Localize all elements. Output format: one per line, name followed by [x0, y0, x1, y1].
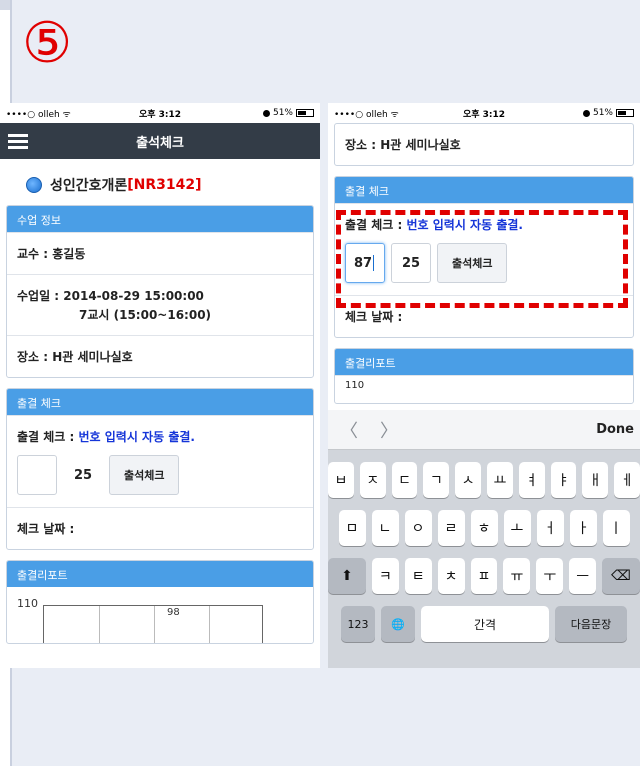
step-number: ⑤ [22, 11, 73, 76]
next-field-icon[interactable]: 〉 [380, 417, 398, 443]
attendance-check-header: 출결 체크 [7, 389, 313, 415]
class-info-panel: 수업 정보 교수 : 홍길동 수업일 : 2014-08-29 15:00:00… [6, 205, 314, 378]
chart-bar-value: 98 [167, 607, 180, 618]
chart-y-tick: 110 [17, 597, 38, 610]
key[interactable]: ㅔ [614, 462, 640, 498]
class-date: 수업일 : 2014-08-29 15:00:00 [17, 289, 204, 303]
left-phone-screen: ••••○ olleh ᯤ 오후 3:12 51% 출석체크 성인간호개론 [NR… [0, 103, 320, 668]
attendance-check-row: 출결 체크 : 번호 입력시 자동 출결. 25 출석체크 [7, 415, 313, 507]
battery-icon [616, 109, 634, 117]
key[interactable]: ㅎ [470, 510, 498, 546]
done-button[interactable]: Done [596, 422, 634, 437]
attendance-report-header: 출결리포트 [335, 349, 633, 375]
attendance-report-header: 출결리포트 [7, 561, 313, 587]
key[interactable]: ㅊ [437, 558, 465, 594]
key[interactable]: ㅍ [470, 558, 498, 594]
keyboard-row-2: ㅁ ㄴ ㅇ ㄹ ㅎ ㅗ ㅓ ㅏ ㅣ [328, 510, 640, 546]
keyboard-row-3: ⬆ ㅋ ㅌ ㅊ ㅍ ㅠ ㅜ ㅡ ⌫ [328, 558, 640, 594]
numbers-key[interactable]: 123 [341, 606, 375, 642]
highlight-box [336, 210, 628, 308]
key[interactable]: ㅗ [503, 510, 531, 546]
key[interactable]: ㅡ [569, 558, 597, 594]
attendance-check-panel: 출결 체크 출결 체크 : 번호 입력시 자동 출결. 25 출석체크 체크 날… [6, 388, 314, 550]
clock: 오후 3:12 [462, 109, 506, 120]
course-code: [NR3142] [127, 177, 202, 193]
key[interactable]: ㅣ [602, 510, 630, 546]
key[interactable]: ㅈ [359, 462, 386, 498]
space-key[interactable]: 간격 [421, 606, 549, 642]
class-info-panel: 장소 : H관 세미나실호 [334, 123, 634, 166]
nav-bar: 출석체크 [0, 123, 320, 159]
check-label: 출결 체크 : [17, 430, 79, 444]
key[interactable]: ㄷ [391, 462, 418, 498]
key[interactable]: ㄱ [423, 462, 450, 498]
key[interactable]: ㅅ [455, 462, 481, 498]
attendance-report-panel: 출결리포트 110 98 [6, 560, 314, 644]
class-period: 7교시 (15:00~16:00) [79, 308, 212, 322]
status-bar: ••••○ olleh ᯤ 오후 3:12 51% [328, 103, 640, 123]
key[interactable]: ㅁ [338, 510, 366, 546]
keyboard-toolbar: 〈 〉 Done [328, 410, 640, 450]
check-date-row: 체크 날짜 : [7, 507, 313, 549]
key[interactable]: ㅑ [550, 462, 577, 498]
professor-row: 교수 : 홍길동 [7, 232, 313, 274]
key[interactable]: ㅐ [582, 462, 609, 498]
clock: 오후 3:12 [138, 109, 182, 120]
key[interactable]: ㅕ [518, 462, 545, 498]
attendance-check-header: 출결 체크 [335, 177, 633, 203]
course-name: 성인간호개론 [50, 178, 128, 194]
status-bar: ••••○ olleh ᯤ 오후 3:12 51% [0, 103, 320, 123]
code-input-1[interactable] [17, 455, 57, 495]
key[interactable]: ㄹ [437, 510, 465, 546]
key[interactable]: ㅋ [371, 558, 399, 594]
class-date-row: 수업일 : 2014-08-29 15:00:00 7교시 (15:00~16:… [7, 274, 313, 335]
korean-keyboard: 〈 〉 Done ㅂ ㅈ ㄷ ㄱ ㅅ ㅛ ㅕ ㅑ ㅐ ㅔ ㅁ ㄴ ㅇ ㄹ ㅎ ㅗ… [328, 410, 640, 668]
right-phone-screen: ••••○ olleh ᯤ 오후 3:12 51% 장소 : H관 세미나실호 … [328, 103, 640, 668]
code-input-2[interactable]: 25 [63, 455, 103, 495]
key[interactable]: ㅏ [569, 510, 597, 546]
page-title: 출석체크 [136, 135, 184, 151]
chart-grid [43, 605, 263, 643]
key[interactable]: ㅛ [487, 462, 513, 498]
key[interactable]: ㅇ [404, 510, 432, 546]
key[interactable]: ㄴ [371, 510, 399, 546]
report-partial: 110 [335, 375, 633, 403]
check-note: 번호 입력시 자동 출결. [78, 430, 195, 444]
key[interactable]: ㅂ [328, 462, 354, 498]
key[interactable]: ㅓ [536, 510, 564, 546]
key[interactable]: ㅌ [404, 558, 432, 594]
location-row: 장소 : H관 세미나실호 [7, 335, 313, 377]
keyboard-row-1: ㅂ ㅈ ㄷ ㄱ ㅅ ㅛ ㅕ ㅑ ㅐ ㅔ [328, 462, 640, 498]
attendance-check-button[interactable]: 출석체크 [109, 455, 180, 495]
location-row: 장소 : H관 세미나실호 [345, 138, 461, 152]
prev-field-icon[interactable]: 〈 [340, 417, 358, 443]
delete-key-icon[interactable]: ⌫ [602, 558, 640, 594]
battery-icon [296, 109, 314, 117]
course-radio-icon[interactable] [26, 177, 42, 193]
course-title: 성인간호개론 [NR3142] [6, 159, 314, 205]
class-info-header: 수업 정보 [7, 206, 313, 232]
globe-icon[interactable]: 🌐 [381, 606, 415, 642]
key[interactable]: ㅠ [503, 558, 531, 594]
key[interactable]: ㅜ [536, 558, 564, 594]
attendance-report-panel: 출결리포트 110 [334, 348, 634, 404]
report-chart: 110 98 [7, 587, 313, 643]
shift-key-icon[interactable]: ⬆ [328, 558, 366, 594]
keyboard-row-4: 123 🌐 간격 다음문장 [328, 606, 640, 642]
return-key[interactable]: 다음문장 [555, 606, 627, 642]
